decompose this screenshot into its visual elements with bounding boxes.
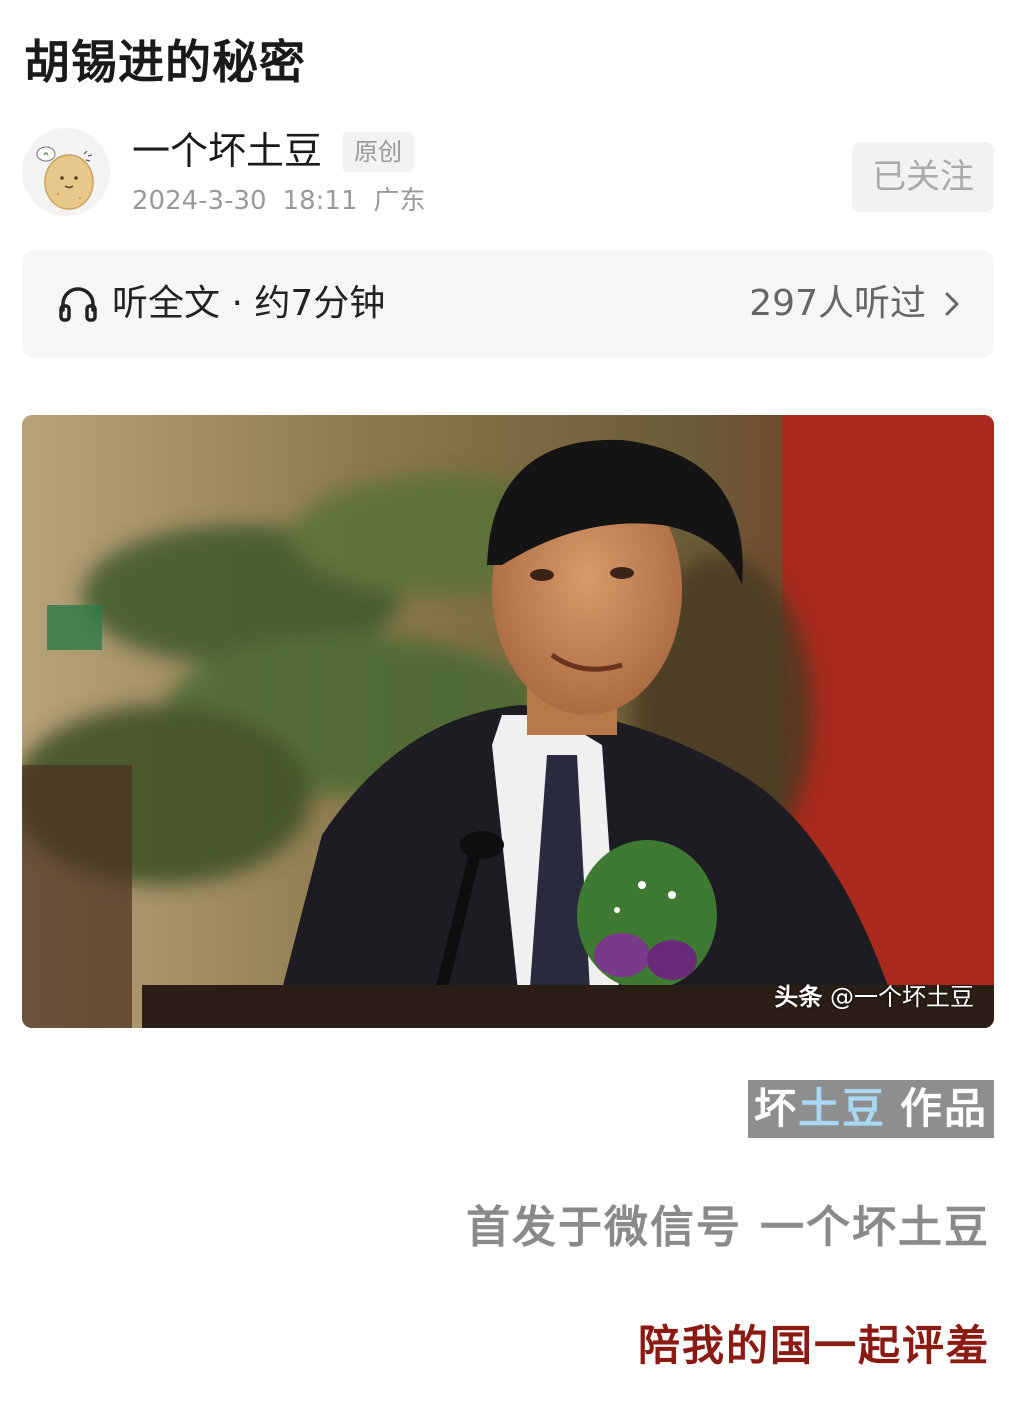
post-location: 广东 [373, 186, 426, 216]
chevron-right-icon [945, 292, 959, 316]
original-badge: 原创 [342, 132, 414, 172]
headphones-icon [59, 287, 97, 322]
post-date: 2024-3-30 [132, 186, 267, 216]
published-account: 一个坏土豆 [760, 1202, 990, 1253]
post-time: 18:11 [282, 186, 358, 216]
work-tag-part3: 作品 [899, 1084, 988, 1133]
post-meta: 2024-3-30 18:11 广东 [132, 184, 442, 218]
potato-avatar-icon [22, 128, 110, 216]
author-name[interactable]: 一个坏土豆 [132, 128, 322, 174]
work-tag: 坏土豆 作品 [747, 1080, 994, 1138]
follow-button[interactable]: 已关注 [852, 142, 994, 212]
published-note: 首发于微信号 一个坏土豆 [466, 1200, 990, 1256]
photo-watermark: 头条 @一个坏土豆 [774, 982, 974, 1012]
article-title: 胡锡进的秘密 [24, 35, 306, 89]
slogan-text: 陪我的国一起评羞 [637, 1321, 990, 1370]
author-avatar[interactable] [22, 128, 110, 216]
published-prefix: 首发于微信号 [466, 1202, 742, 1253]
article-photo[interactable]: 头条 @一个坏土豆 [22, 415, 994, 1028]
watermark-brand: 头条 [774, 983, 823, 1011]
listen-full-text-bar[interactable]: 听全文 · 约7分钟 297人听过 [22, 250, 994, 358]
work-tag-part1: 坏 [753, 1084, 798, 1133]
listen-count: 297人听过 [749, 283, 926, 324]
watermark-handle: @一个坏土豆 [830, 983, 974, 1011]
speaker-photo [22, 415, 994, 1028]
listen-label: 听全文 · 约7分钟 [112, 283, 386, 324]
work-tag-part2: 土豆 [797, 1084, 886, 1133]
